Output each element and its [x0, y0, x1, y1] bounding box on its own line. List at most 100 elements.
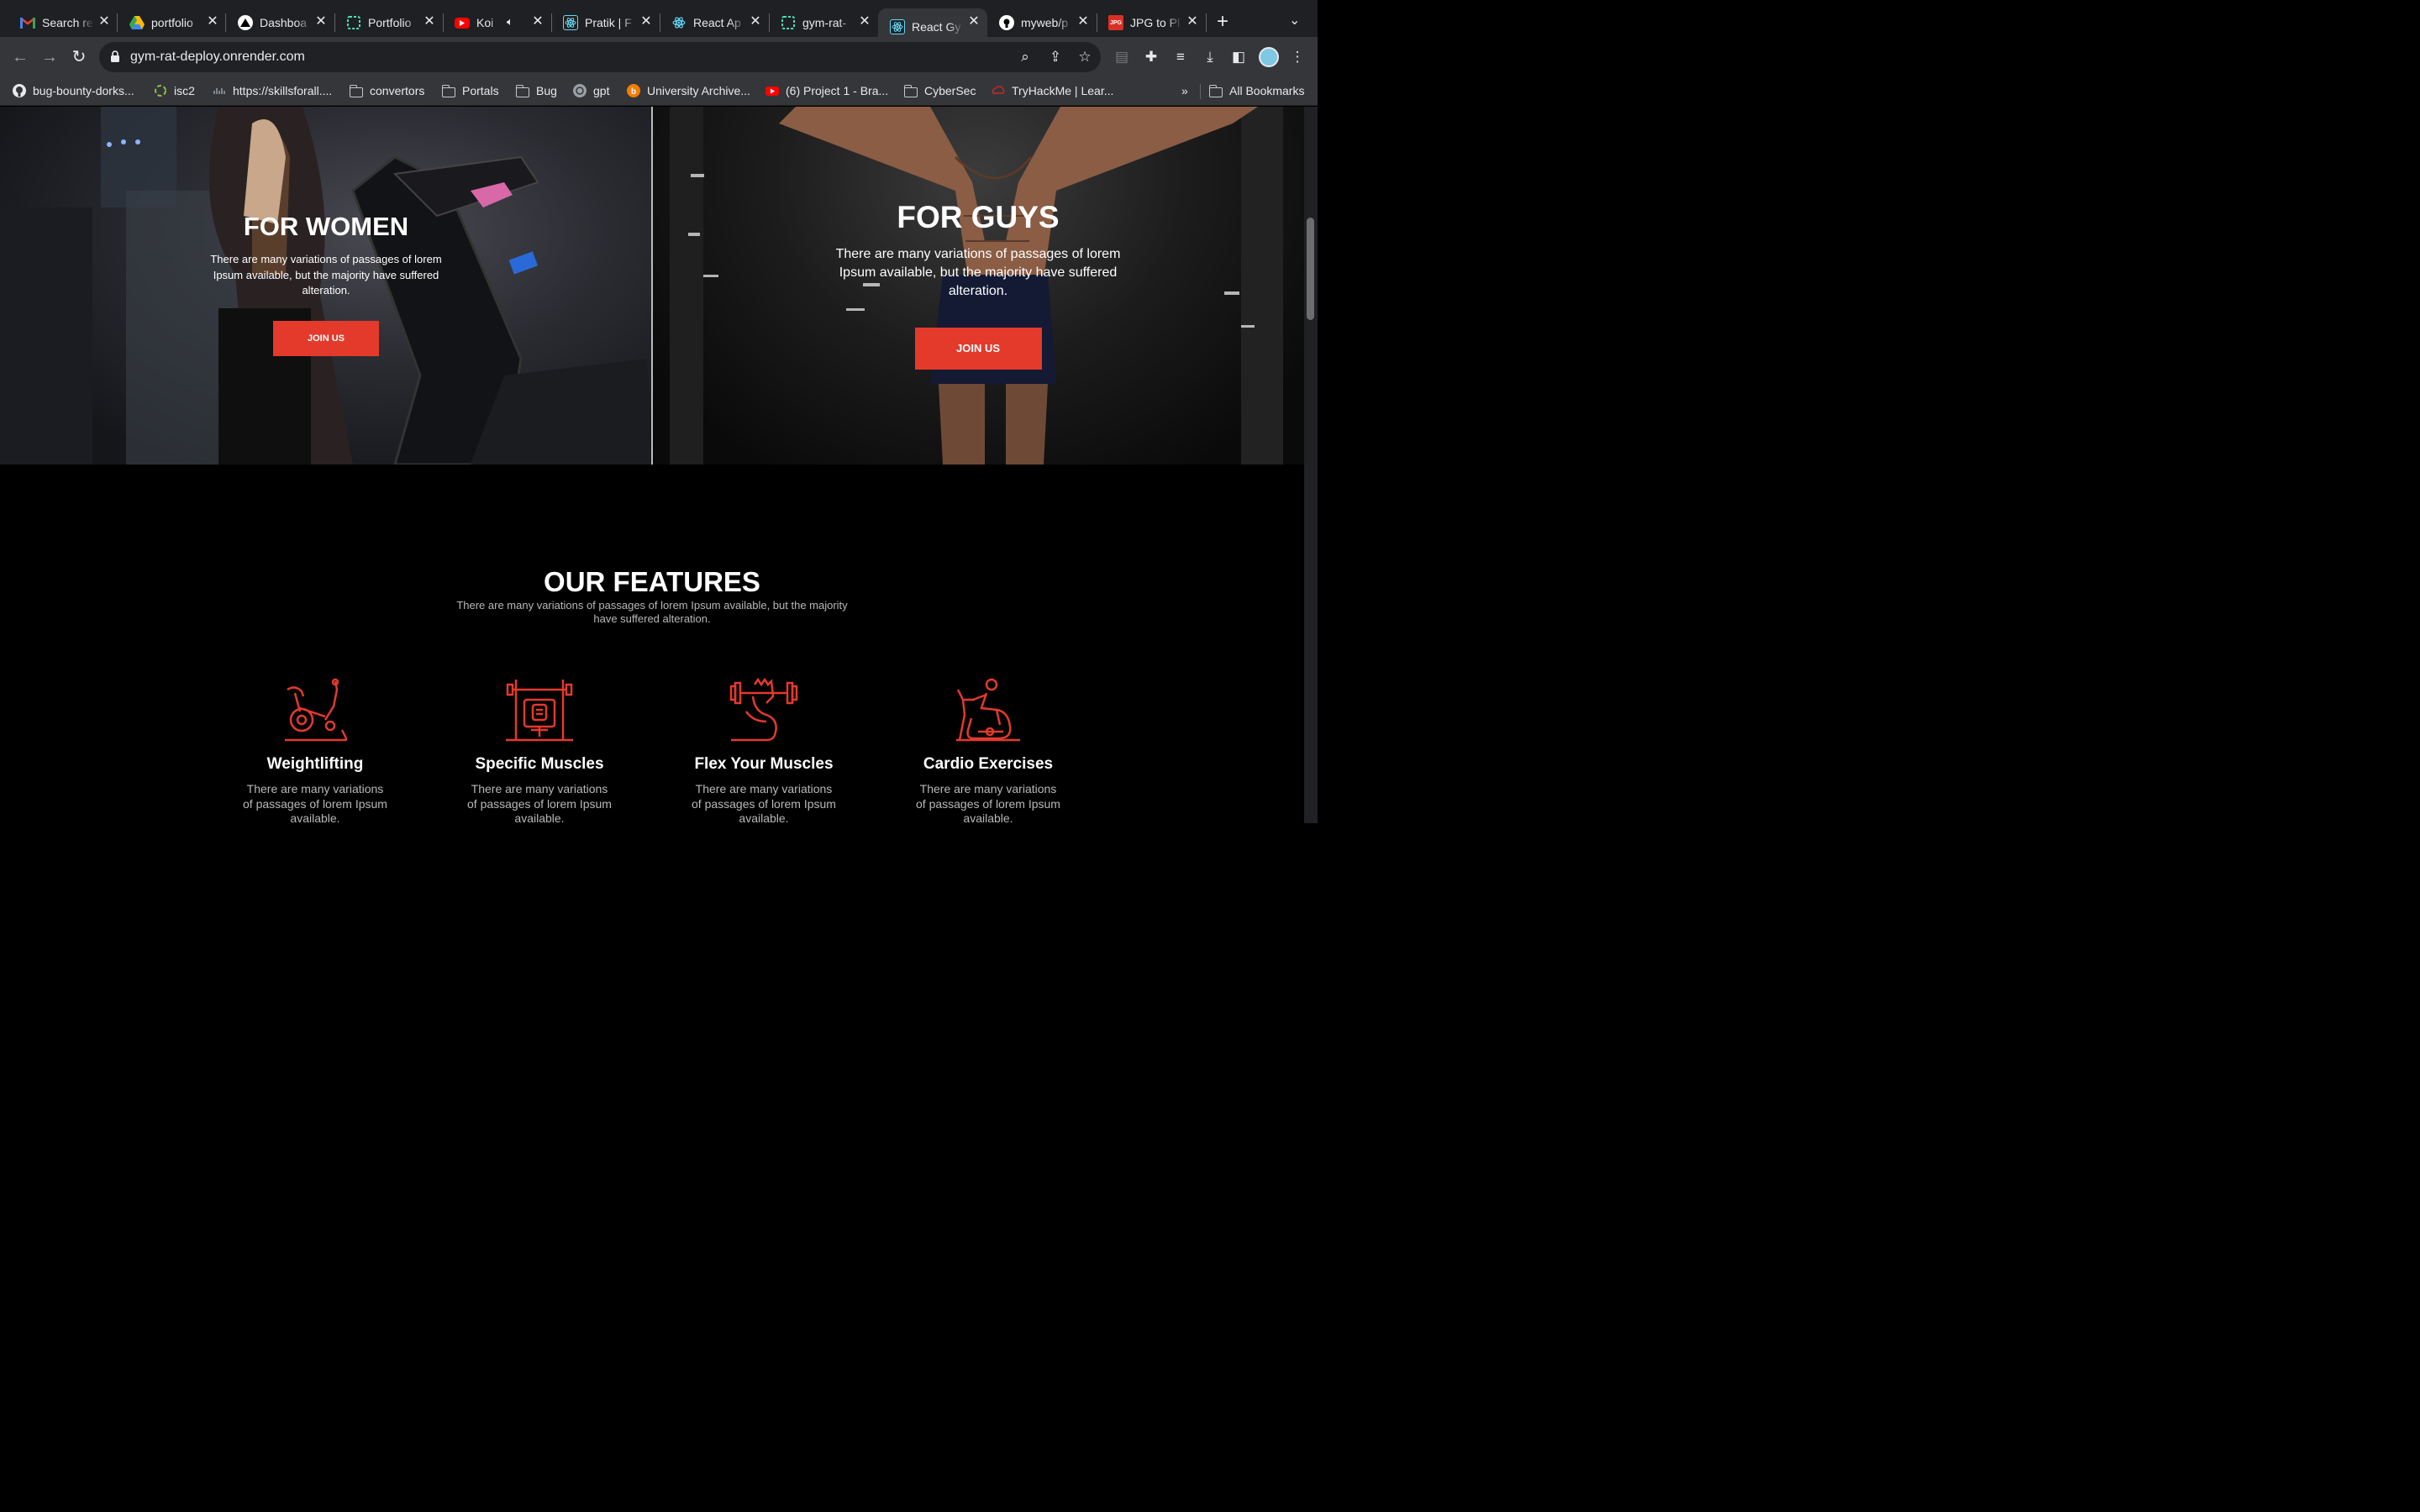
flexing-arm-icon	[729, 678, 798, 742]
bookmark-star-icon[interactable]: ☆	[1076, 49, 1093, 66]
feature-title: Flex Your Muscles	[694, 755, 834, 773]
close-tab-icon[interactable]: ✕	[749, 15, 762, 29]
share-icon[interactable]: ⇪	[1047, 49, 1064, 66]
react-icon	[671, 15, 687, 30]
folder-icon	[441, 85, 455, 97]
bookmark-item[interactable]: TryHackMe | Lear...	[992, 84, 1113, 97]
folder-icon	[515, 85, 529, 97]
close-tab-icon[interactable]: ✕	[531, 15, 544, 29]
bookmarks-overflow-button[interactable]: »	[1181, 84, 1188, 97]
feature-title: Specific Muscles	[475, 755, 604, 773]
feature-card: Cardio Exercises There are many variatio…	[904, 678, 1072, 823]
folder-icon	[1208, 85, 1223, 97]
menu-kebab-icon[interactable]: ⋮	[1289, 49, 1306, 66]
browser-tab[interactable]: Koi Tu 🔈︎ ✕	[443, 8, 551, 37]
features-description: There are many variations of passages of…	[456, 599, 848, 625]
browser-tab[interactable]: portfolio ✕	[118, 8, 226, 37]
exercise-bike-icon	[285, 678, 347, 742]
close-tab-icon[interactable]: ✕	[314, 15, 328, 29]
youtube-icon	[455, 17, 470, 29]
close-tab-icon[interactable]: ✕	[97, 15, 111, 29]
close-tab-icon[interactable]: ✕	[423, 15, 436, 29]
browser-tab[interactable]: gym-rat- ✕	[769, 8, 878, 37]
lock-icon	[111, 50, 119, 62]
feature-description: There are many variations of passages of…	[916, 782, 1060, 823]
openai-icon	[573, 84, 587, 97]
browser-tab[interactable]: React Ap ✕	[660, 8, 769, 37]
hero-women-section: FOR WOMEN There are many variations of p…	[0, 107, 651, 465]
bookmark-folder[interactable]: Bug	[515, 84, 557, 97]
tryhackme-icon	[992, 86, 1005, 94]
close-tab-icon[interactable]: ✕	[1076, 15, 1090, 29]
vercel-icon	[238, 15, 253, 30]
all-bookmarks-button[interactable]: All Bookmarks	[1208, 84, 1304, 97]
bookmark-item[interactable]: (6) Project 1 - Bra...	[765, 84, 888, 97]
close-tab-icon[interactable]: ✕	[967, 15, 981, 29]
close-tab-icon[interactable]: ✕	[858, 15, 871, 29]
join-us-guys-button[interactable]: JOIN US	[914, 328, 1042, 370]
browser-tab[interactable]: JPG JPG to Pl ✕	[1097, 8, 1206, 37]
render-icon	[346, 15, 361, 30]
github-icon	[999, 15, 1014, 30]
render-icon	[781, 15, 796, 30]
scrollbar-thumb[interactable]	[1307, 218, 1314, 320]
back-button[interactable]: ←	[10, 47, 30, 67]
bench-press-icon	[506, 680, 573, 742]
reload-button[interactable]: ↻	[69, 47, 89, 67]
hero-women-description: There are many variations of passages of…	[210, 253, 442, 297]
url-text[interactable]: gym-rat-deploy.onrender.com	[130, 50, 305, 65]
react-icon	[890, 19, 905, 34]
profile-avatar[interactable]	[1259, 47, 1279, 67]
browser-toolbar: ← → ↻ gym-rat-deploy.onrender.com ⌕ ⇪ ☆ …	[0, 37, 1318, 77]
new-tab-button[interactable]: +	[1217, 12, 1228, 32]
tab-search-chevron-icon[interactable]: ⌄	[1289, 12, 1300, 29]
download-icon[interactable]: ⤓	[1202, 49, 1218, 66]
forward-button[interactable]: →	[39, 47, 60, 67]
browser-tab[interactable]: Portfolio ✕	[334, 8, 443, 37]
speaker-icon[interactable]: 🔈︎	[507, 15, 513, 29]
page-viewport: FOR WOMEN There are many variations of p…	[0, 107, 1304, 823]
bookmark-item[interactable]: https://skillsforall....	[213, 84, 332, 97]
close-tab-icon[interactable]: ✕	[206, 15, 219, 29]
feature-description: There are many variations of passages of…	[467, 782, 612, 823]
svg-text:b: b	[631, 87, 636, 97]
bookmark-folder[interactable]: convertors	[349, 84, 424, 97]
browser-tab[interactable]: Pratik | F ✕	[551, 8, 660, 37]
join-us-women-button[interactable]: JOIN US	[273, 320, 379, 356]
browser-tab[interactable]: Search re ✕	[8, 8, 118, 37]
gmail-icon	[20, 15, 35, 30]
browser-tab[interactable]: myweb/p ✕	[987, 8, 1097, 37]
cycling-person-icon	[956, 678, 1020, 742]
page-scrollbar[interactable]	[1304, 107, 1318, 823]
close-tab-icon[interactable]: ✕	[639, 15, 653, 29]
react-icon	[563, 15, 578, 30]
close-tab-icon[interactable]: ✕	[1186, 15, 1199, 29]
features-title: OUR FEATURES	[544, 566, 760, 597]
folder-icon	[349, 85, 363, 97]
jpg2png-icon: JPG	[1108, 15, 1123, 30]
folder-icon	[903, 85, 918, 97]
hero-guys-section: FOR GUYS There are many variations of pa…	[653, 107, 1304, 465]
bookmark-item[interactable]: bug-bounty-dorks...	[13, 84, 134, 97]
hero-guys-title: FOR GUYS	[897, 200, 1060, 234]
bookmark-item[interactable]: gpt	[573, 84, 609, 97]
feature-title: Cardio Exercises	[923, 755, 1054, 773]
side-panel-icon[interactable]: ◧	[1230, 49, 1247, 66]
feature-card: Weightlifting There are many variations …	[231, 678, 399, 823]
reading-mode-icon[interactable]: ▤	[1113, 49, 1130, 66]
google-drive-icon	[129, 15, 145, 30]
address-bar[interactable]: gym-rat-deploy.onrender.com ⌕ ⇪ ☆	[99, 42, 1101, 72]
zoom-icon[interactable]: ⌕	[1017, 49, 1034, 66]
bookmark-folder[interactable]: Portals	[441, 84, 499, 97]
hero-women-title: FOR WOMEN	[243, 212, 409, 241]
hero-guys-description: There are many variations of passages of…	[835, 247, 1121, 298]
bookmark-folder[interactable]: CyberSec	[903, 84, 976, 97]
feature-title: Weightlifting	[266, 755, 364, 773]
media-control-icon[interactable]: ≡	[1172, 49, 1189, 66]
feature-description: There are many variations of passages of…	[692, 782, 836, 823]
bookmark-item[interactable]: isc2	[154, 84, 195, 97]
bookmark-item[interactable]: b University Archive...	[627, 84, 750, 97]
extensions-icon[interactable]: ✚	[1143, 49, 1160, 66]
feature-card: Flex Your Muscles There are many variati…	[680, 678, 848, 823]
browser-tab[interactable]: Dashboa ✕	[226, 8, 334, 37]
